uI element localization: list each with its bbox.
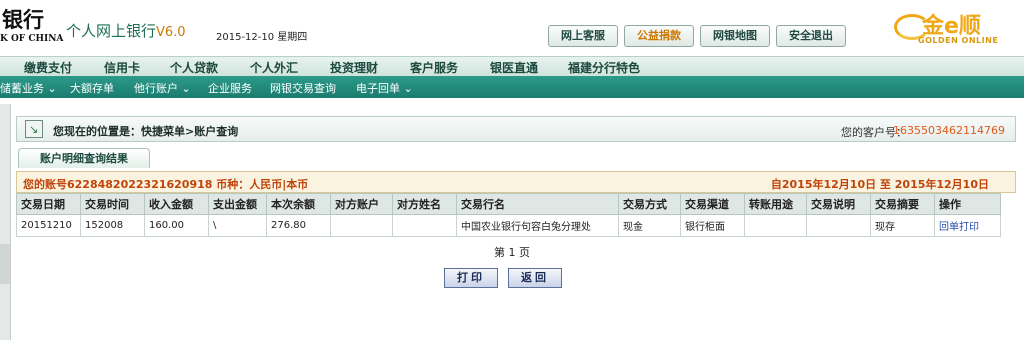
cell-purpose: [744, 214, 807, 237]
pagination-text: 第 1 页: [494, 246, 530, 259]
location-icon: ↘: [25, 120, 43, 138]
account-number-text: 您的账号6228482022321620918 币种：人民币|本币: [23, 178, 309, 191]
cell-channel: 银行柜面: [680, 214, 745, 237]
col-header-date: 交易日期: [16, 193, 81, 215]
col-header-method: 交易方式: [618, 193, 681, 215]
back-button[interactable]: 返回: [508, 268, 562, 288]
online-service-button[interactable]: 网上客服: [548, 25, 618, 47]
header-bar: 银行 K OF CHINA 个人网上银行V6.0 2015-12-10 星期四 …: [0, 0, 1024, 56]
cell-time: 152008: [80, 214, 145, 237]
col-header-time: 交易时间: [80, 193, 145, 215]
subnav-item-tx-query[interactable]: 网银交易查询: [270, 80, 336, 96]
cell-income: 160.00: [144, 214, 209, 237]
nav-item-fujian-branch[interactable]: 福建分行特色: [568, 59, 640, 76]
table-row: 20151210 152008 160.00 \ 276.80 中国农业银行句容…: [16, 214, 1001, 237]
bank-logo: 银行: [2, 7, 44, 32]
cell-date: 20151210: [16, 214, 81, 237]
cell-bank-name: 中国农业银行句容白兔分理处: [456, 214, 619, 237]
col-header-income: 收入金额: [144, 193, 209, 215]
cell-description: [806, 214, 871, 237]
subnav-item-enterprise[interactable]: 企业服务: [208, 80, 252, 96]
main-nav: 缴费支付 信用卡 个人贷款 个人外汇 投资理财 客户服务 银医直通 福建分行特色: [0, 56, 1024, 76]
subnav-item-e-receipt[interactable]: 电子回单 ⌄: [356, 80, 413, 96]
location-bar: ↘ 您现在的位置是：快捷菜单>账户查询 您的客户号： 1635503462114…: [16, 116, 1016, 142]
transaction-table: 交易日期 交易时间 收入金额 支出金额 本次余额 对方账户 对方姓名 交易行名 …: [16, 193, 1001, 237]
col-header-expense: 支出金额: [208, 193, 267, 215]
customer-no-value: 1635503462114769: [893, 124, 1005, 137]
cell-expense: \: [208, 214, 267, 237]
breadcrumb: 您现在的位置是：快捷菜单>账户查询: [53, 125, 239, 138]
subnav-item-savings[interactable]: 储蓄业务 ⌄: [0, 80, 57, 96]
cell-counter-name: [392, 214, 457, 237]
nav-item-forex[interactable]: 个人外汇: [250, 59, 298, 76]
header-date: 2015-12-10 星期四: [216, 28, 307, 43]
print-button[interactable]: 打印: [444, 268, 498, 288]
golden-online-logo: 金e顺 GOLDEN ONLINE: [888, 8, 1018, 50]
table-header-row: 交易日期 交易时间 收入金额 支出金额 本次余额 对方账户 对方姓名 交易行名 …: [16, 193, 1001, 215]
app-title: 个人网上银行V6.0: [66, 20, 186, 41]
nav-item-investment[interactable]: 投资理财: [330, 59, 378, 76]
cell-method: 现金: [618, 214, 681, 237]
account-info-bar: 您的账号6228482022321620918 币种：人民币|本币 自2015年…: [16, 171, 1016, 193]
nav-item-customer-service[interactable]: 客户服务: [410, 59, 458, 76]
sub-nav: 储蓄业务 ⌄ 大额存单 他行账户 ⌄ 企业服务 网银交易查询 电子回单 ⌄: [0, 76, 1024, 98]
nav-item-personal-loan[interactable]: 个人贷款: [170, 59, 218, 76]
nav-item-hospital-direct[interactable]: 银医直通: [490, 59, 538, 76]
col-header-action: 操作: [934, 193, 1001, 215]
col-header-bank-name: 交易行名: [456, 193, 619, 215]
col-header-summary: 交易摘要: [870, 193, 935, 215]
bank-map-button[interactable]: 网银地图: [700, 25, 770, 47]
col-header-purpose: 转账用途: [744, 193, 807, 215]
nav-item-credit-card[interactable]: 信用卡: [104, 59, 140, 76]
nav-item-payment[interactable]: 缴费支付: [24, 59, 72, 76]
app-title-text: 个人网上银行: [66, 22, 157, 40]
cell-counter-account: [330, 214, 393, 237]
bank-logo-en: K OF CHINA: [0, 34, 64, 44]
cell-summary: 现存: [870, 214, 935, 237]
secure-logout-button[interactable]: 安全退出: [776, 25, 846, 47]
subnav-item-other-bank[interactable]: 他行账户 ⌄: [134, 80, 191, 96]
charity-donation-button[interactable]: 公益捐款: [624, 25, 694, 47]
receipt-print-link[interactable]: 回单打印: [939, 222, 979, 233]
date-range-text: 自2015年12月10日 至 2015年12月10日: [770, 178, 989, 191]
app-version: V6.0: [156, 25, 186, 40]
col-header-channel: 交易渠道: [680, 193, 745, 215]
col-header-description: 交易说明: [806, 193, 871, 215]
weekday-value: 星期四: [277, 32, 308, 43]
tab-account-detail-result[interactable]: 账户明细查询结果: [18, 148, 150, 168]
col-header-counter-name: 对方姓名: [392, 193, 457, 215]
subnav-item-large-deposit[interactable]: 大额存单: [70, 80, 114, 96]
col-header-counter-account: 对方账户: [330, 193, 393, 215]
cell-action: 回单打印: [934, 214, 1001, 237]
left-collapse-strip[interactable]: [0, 104, 11, 340]
cell-balance: 276.80: [266, 214, 331, 237]
date-value: 2015-12-10: [216, 32, 275, 43]
golden-logo-en: GOLDEN ONLINE: [918, 36, 999, 45]
col-header-balance: 本次余额: [266, 193, 331, 215]
